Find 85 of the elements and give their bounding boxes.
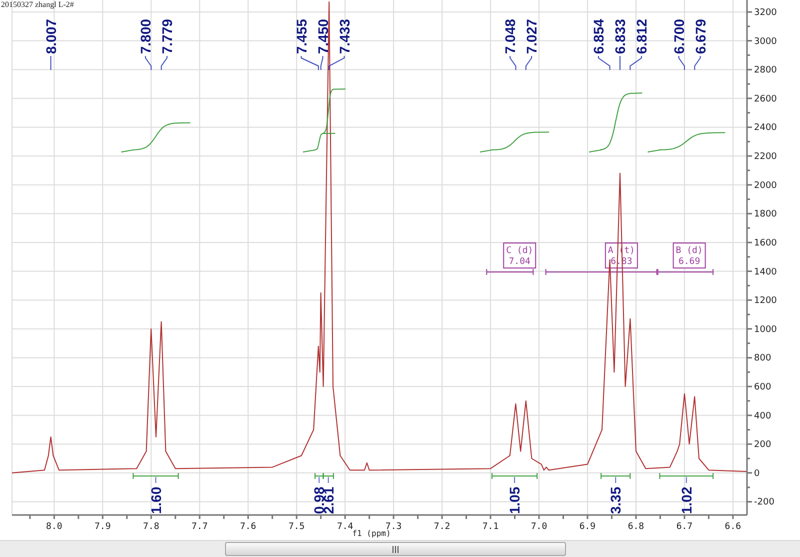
axis-tick-label: 0 bbox=[754, 468, 760, 479]
peak-label: 6.700 bbox=[670, 18, 687, 54]
axis-tick-label: 7.4 bbox=[336, 522, 354, 532]
integral-curve bbox=[479, 132, 550, 152]
multiplet-shift: 7.04 bbox=[508, 257, 530, 267]
axis-tick-label: 7.7 bbox=[192, 522, 208, 532]
integral-value: 1.05 bbox=[506, 486, 523, 514]
axis-tick-label: 7.5 bbox=[288, 522, 305, 532]
leader-line bbox=[514, 476, 516, 484]
multiplet-label: B (d) bbox=[676, 246, 703, 256]
leader-line bbox=[678, 56, 685, 70]
leader-line bbox=[328, 476, 329, 484]
peak-label: 7.779 bbox=[158, 18, 175, 54]
multiplet-label: C (d) bbox=[506, 246, 534, 256]
spectrum-title: 20150327 zhangl L-2# bbox=[1, 0, 74, 9]
axis-tick-label: 2200 bbox=[754, 152, 777, 162]
axis-tick-label: -200 bbox=[754, 498, 774, 508]
axis-tick-label: 6.9 bbox=[579, 522, 596, 532]
axis-tick-label: 6.6 bbox=[724, 522, 742, 532]
axis-tick-label: 7.8 bbox=[143, 522, 160, 532]
axis-tick-label: 2400 bbox=[754, 123, 777, 134]
multiplet-box bbox=[503, 242, 536, 268]
multiplet-range bbox=[486, 268, 534, 276]
peak-label: 6.854 bbox=[590, 18, 606, 54]
leader-line bbox=[525, 56, 532, 70]
axis-tick-label: 6.8 bbox=[628, 522, 644, 532]
leader-line bbox=[694, 56, 701, 70]
axis-tick-label: 8.0 bbox=[46, 522, 62, 532]
peak-label: 7.450 bbox=[314, 18, 331, 54]
leader-line bbox=[318, 476, 320, 484]
integral-curve bbox=[588, 92, 643, 152]
peak-label: 7.455 bbox=[293, 18, 310, 54]
axis-tick-label: 400 bbox=[754, 411, 772, 422]
axis-tick-label: 7.6 bbox=[240, 522, 256, 532]
axis-tick-label: 7.9 bbox=[94, 522, 111, 532]
integral-value: 1.02 bbox=[678, 486, 694, 514]
axis-tick-label: 3000 bbox=[754, 36, 777, 47]
integral-curve bbox=[120, 122, 191, 152]
integral-range bbox=[600, 472, 631, 480]
axis-tick-label: 1200 bbox=[754, 296, 777, 306]
axis-tick-label: 1600 bbox=[754, 238, 777, 248]
axis-tick-label: 2800 bbox=[754, 66, 777, 76]
grip-icon bbox=[392, 546, 399, 552]
axis-tick-label: 200 bbox=[754, 440, 772, 450]
axis-tick-label: 7.2 bbox=[434, 522, 450, 532]
axis-tick-label: 1000 bbox=[754, 324, 777, 335]
leader-line bbox=[50, 56, 52, 70]
leader-line bbox=[615, 476, 616, 484]
peak-label: 7.800 bbox=[137, 18, 154, 54]
leader-line bbox=[328, 56, 345, 70]
peak-label: 8.007 bbox=[42, 18, 59, 54]
axis-tick-label: 1800 bbox=[754, 210, 777, 220]
peak-label: 7.027 bbox=[524, 18, 540, 54]
axis-tick-label: 7.1 bbox=[482, 522, 499, 532]
axis-tick-label: 800 bbox=[754, 354, 772, 364]
leader-line bbox=[510, 56, 516, 70]
leader-line bbox=[619, 56, 620, 70]
leader-line bbox=[155, 476, 156, 484]
peak-label: 7.433 bbox=[336, 18, 352, 54]
leader-line bbox=[598, 56, 610, 70]
axis-title: f1 (ppm) bbox=[352, 529, 391, 538]
leader-line bbox=[630, 56, 642, 70]
axis-tick-label: 1400 bbox=[754, 267, 777, 278]
axis-tick-label: 2600 bbox=[754, 94, 777, 104]
peak-label: 6.833 bbox=[612, 18, 628, 54]
integral-value: 3.35 bbox=[608, 486, 624, 514]
axis-tick-label: 2000 bbox=[754, 180, 777, 191]
peak-label: 7.048 bbox=[502, 18, 518, 54]
leader-line bbox=[686, 476, 687, 484]
peak-label: 6.812 bbox=[633, 18, 650, 54]
multiplet-shift: 6.69 bbox=[678, 257, 700, 267]
leader-line bbox=[160, 56, 168, 70]
axis-tick-label: 3200 bbox=[754, 8, 777, 18]
axis-tick-label: 600 bbox=[754, 382, 772, 392]
integral-range bbox=[659, 472, 714, 480]
axis-tick-label: 7.0 bbox=[530, 522, 548, 532]
leader-line bbox=[144, 56, 152, 70]
scrollbar-thumb[interactable] bbox=[225, 542, 566, 556]
peak-label: 6.679 bbox=[692, 18, 708, 54]
axis-tick-label: 6.7 bbox=[676, 522, 693, 532]
integral-range bbox=[491, 472, 538, 480]
integral-range bbox=[132, 472, 179, 480]
multiplet-box bbox=[672, 242, 706, 268]
integral-value: 1.60 bbox=[148, 486, 164, 514]
axis-tick-label: 7.3 bbox=[385, 522, 402, 532]
